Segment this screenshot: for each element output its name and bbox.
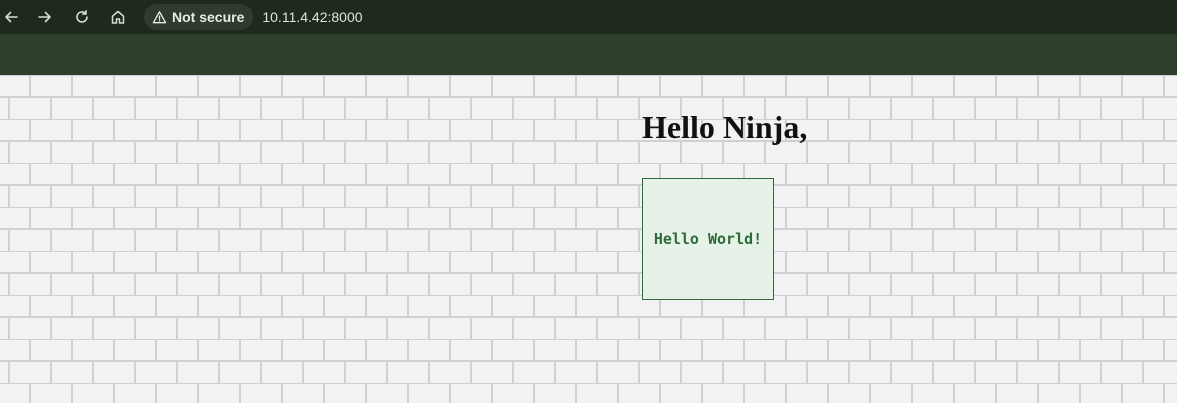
reload-button[interactable] bbox=[71, 6, 93, 28]
back-button[interactable] bbox=[0, 6, 22, 28]
page-content: Hello Ninja, Hello World! bbox=[0, 75, 1177, 403]
warning-icon bbox=[152, 10, 167, 23]
reload-icon bbox=[76, 10, 88, 23]
greeting-heading: Hello Ninja, bbox=[642, 109, 808, 145]
security-indicator[interactable]: Not secure bbox=[144, 4, 254, 30]
security-label: Not secure bbox=[172, 9, 245, 25]
brick-wall-background bbox=[0, 75, 1177, 403]
url-text[interactable]: 10.11.4.42:8000 bbox=[262, 9, 362, 25]
bookmarks-bar bbox=[0, 34, 1177, 75]
hello-world-box: Hello World! bbox=[642, 178, 774, 300]
forward-arrow-icon bbox=[38, 11, 51, 23]
home-icon bbox=[111, 10, 125, 24]
hello-world-text: Hello World! bbox=[653, 230, 763, 248]
back-arrow-icon bbox=[5, 11, 18, 23]
address-bar[interactable]: Not secure 10.11.4.42:8000 bbox=[144, 3, 1177, 31]
browser-toolbar: Not secure 10.11.4.42:8000 bbox=[0, 0, 1177, 34]
home-button[interactable] bbox=[107, 6, 129, 28]
forward-button[interactable] bbox=[34, 6, 56, 28]
